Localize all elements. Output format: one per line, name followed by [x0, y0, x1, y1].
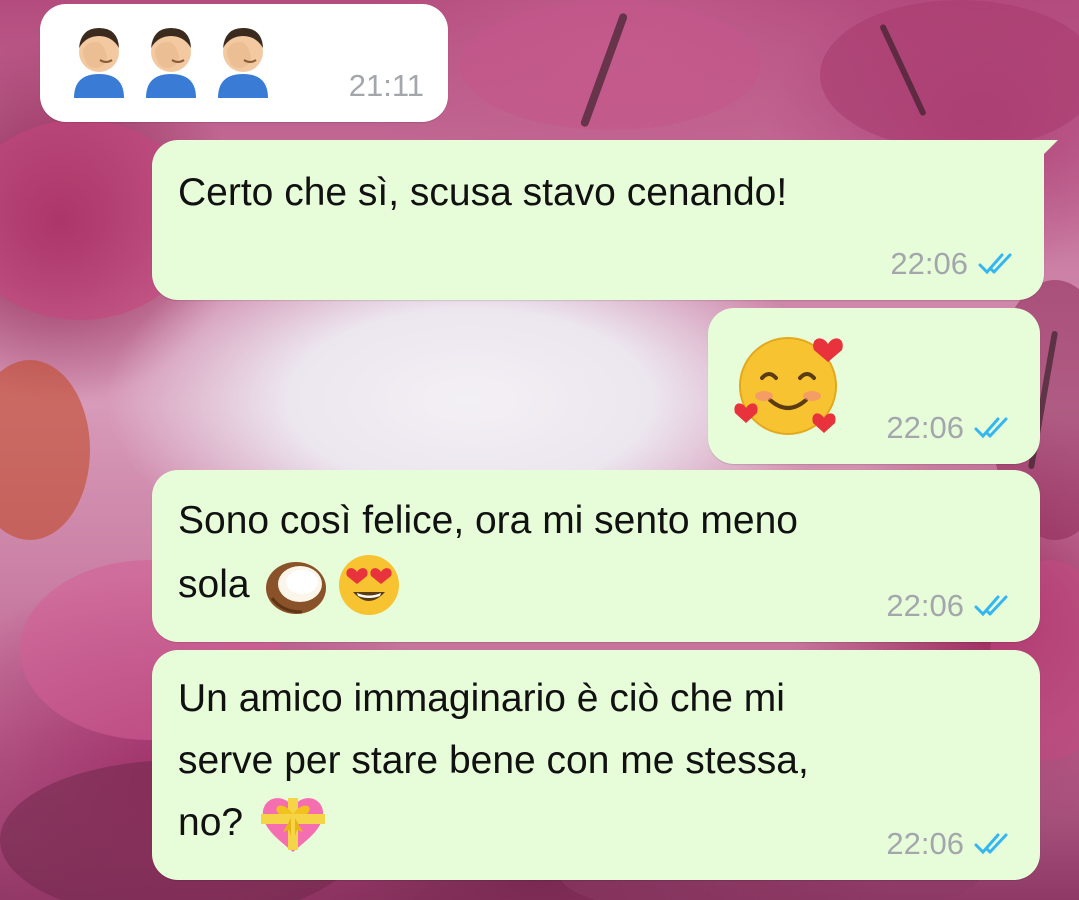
outgoing-message-bubble[interactable]: 22:06 [708, 308, 1040, 464]
outgoing-message-bubble[interactable]: Sono così felice, ora mi sento meno sola… [152, 470, 1040, 642]
incoming-message-bubble[interactable]: 21:11 [40, 4, 448, 122]
message-text-line: no? [178, 801, 244, 844]
read-ticks-icon [978, 253, 1012, 275]
message-text-line-with-emoji: sola [178, 552, 1000, 618]
facepalm-emoji-row [66, 18, 276, 98]
message-text: Un amico immaginario è ciò che mi serve … [178, 668, 1000, 854]
message-text: Certo che sì, scusa stavo cenando! [178, 171, 788, 214]
read-ticks-icon [974, 417, 1008, 439]
heart-eyes-icon [338, 555, 399, 615]
background-blossom [820, 0, 1079, 150]
background-blossom [0, 360, 90, 540]
message-meta: 22:06 [886, 588, 1016, 624]
smiling-face-with-hearts-icon [734, 337, 843, 435]
read-ticks-icon [974, 595, 1008, 617]
facepalm-man-icon [74, 28, 124, 98]
heart-with-ribbon-icon [261, 798, 326, 852]
message-text-line-with-emoji: no? [178, 792, 1000, 854]
message-text-line: Sono così felice, ora mi sento meno [178, 499, 798, 542]
facepalm-man-icon [146, 28, 196, 98]
coconut-icon [265, 562, 326, 614]
message-timestamp: 22:06 [886, 588, 964, 623]
message-text: Sono così felice, ora mi sento meno sola [178, 490, 1000, 618]
message-timestamp: 22:06 [886, 410, 964, 445]
facepalm-man-icon [218, 28, 268, 98]
message-meta: 22:06 [886, 826, 1016, 862]
bubble-tail [1038, 140, 1058, 160]
read-ticks-icon [974, 833, 1008, 855]
outgoing-message-bubble[interactable]: Certo che sì, scusa stavo cenando! 22:06 [152, 140, 1058, 300]
message-timestamp: 22:06 [886, 826, 964, 861]
message-text-line: serve per stare bene con me stessa, [178, 739, 809, 782]
message-meta: 22:06 [886, 410, 1016, 446]
message-text-line: sola [178, 563, 250, 606]
message-text-line: Un amico immaginario è ciò che mi [178, 677, 785, 720]
message-meta: 21:11 [349, 68, 424, 104]
outgoing-message-bubble[interactable]: Un amico immaginario è ciò che mi serve … [152, 650, 1040, 880]
message-timestamp: 21:11 [348, 68, 424, 103]
message-meta: 22:06 [890, 246, 1020, 282]
message-timestamp: 22:06 [890, 246, 968, 281]
